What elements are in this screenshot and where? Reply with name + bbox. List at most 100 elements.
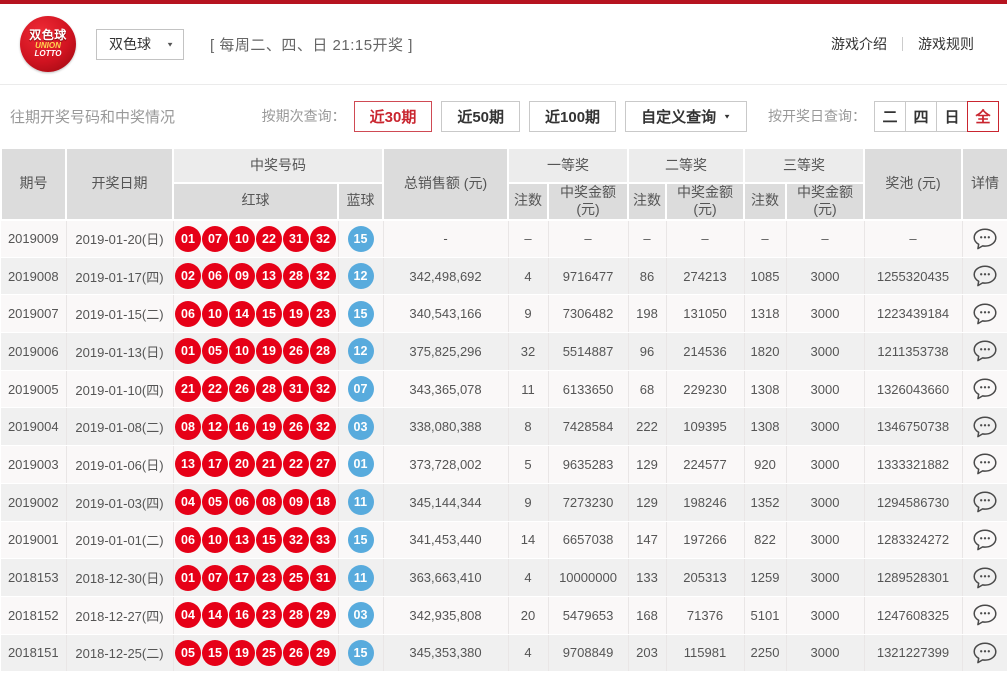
red-balls-cell: 081216192632	[173, 408, 338, 446]
period-filter-button[interactable]: 自定义查询▼	[625, 101, 747, 132]
first-prize-amount-cell: 7306482	[548, 295, 628, 333]
blue-ball-cell: 15	[338, 295, 383, 333]
red-balls: 061013153233	[174, 527, 338, 553]
blue-ball-wrap: 15	[339, 527, 383, 553]
third-prize-amount-cell: –	[786, 220, 864, 258]
blue-ball-cell: 12	[338, 257, 383, 295]
day-filter-button[interactable]: 日	[936, 101, 968, 132]
detail-cell[interactable]	[962, 333, 1007, 371]
col-header-blue-ball: 蓝球	[338, 183, 383, 220]
detail-cell[interactable]	[962, 257, 1007, 295]
nav-game-rules-link[interactable]: 游戏规则	[903, 34, 989, 54]
day-filter-button[interactable]: 全	[967, 101, 999, 132]
nav-game-intro-link[interactable]: 游戏介绍	[816, 34, 902, 54]
amount-label-line1: 中奖金额	[789, 184, 861, 202]
issue-cell: 2019002	[1, 483, 66, 521]
issue-cell: 2019006	[1, 333, 66, 371]
detail-cell[interactable]	[962, 408, 1007, 446]
third-prize-count-cell: 1259	[744, 559, 786, 597]
comment-bubble-icon[interactable]	[973, 378, 997, 400]
table-row: 20190042019-01-08(二)08121619263203338,08…	[1, 408, 1007, 446]
period-filter-button[interactable]: 近100期	[529, 101, 616, 132]
detail-cell[interactable]	[962, 220, 1007, 258]
sales-cell: -	[383, 220, 508, 258]
red-ball: 06	[202, 263, 228, 289]
third-prize-amount-cell: 3000	[786, 596, 864, 634]
red-ball: 22	[283, 451, 309, 477]
table-row: 20190062019-01-13(日)01051019262812375,82…	[1, 333, 1007, 371]
red-ball: 21	[256, 451, 282, 477]
red-ball: 02	[175, 263, 201, 289]
detail-cell[interactable]	[962, 559, 1007, 597]
pool-cell: 1255320435	[864, 257, 962, 295]
second-prize-count-cell: 86	[628, 257, 666, 295]
detail-cell[interactable]	[962, 370, 1007, 408]
detail-cell[interactable]	[962, 521, 1007, 559]
union-lotto-logo: 双色球 UNION LOTTO	[20, 16, 76, 72]
day-filter-button[interactable]: 二	[874, 101, 906, 132]
third-prize-count-cell: –	[744, 220, 786, 258]
red-balls-cell: 131720212227	[173, 446, 338, 484]
red-ball: 04	[175, 489, 201, 515]
blue-ball: 03	[348, 414, 374, 440]
game-select-dropdown[interactable]: 双色球 ▼	[96, 29, 184, 60]
detail-cell[interactable]	[962, 634, 1007, 672]
first-prize-count-cell: 14	[508, 521, 548, 559]
period-filter-button[interactable]: 近50期	[441, 101, 520, 132]
section-title: 往期开奖号码和中奖情况	[10, 106, 175, 127]
table-row: 20190052019-01-10(四)21222628313207343,36…	[1, 370, 1007, 408]
comment-bubble-icon[interactable]	[973, 340, 997, 362]
first-prize-amount-cell: 9635283	[548, 446, 628, 484]
blue-ball: 15	[348, 640, 374, 666]
detail-cell[interactable]	[962, 483, 1007, 521]
red-ball: 32	[310, 414, 336, 440]
first-prize-amount-cell: 9708849	[548, 634, 628, 672]
second-prize-count-cell: 203	[628, 634, 666, 672]
comment-bubble-icon[interactable]	[973, 265, 997, 287]
first-prize-amount-cell: 6133650	[548, 370, 628, 408]
first-prize-count-cell: 32	[508, 333, 548, 371]
blue-ball-cell: 15	[338, 521, 383, 559]
second-prize-count-cell: 147	[628, 521, 666, 559]
comment-bubble-icon[interactable]	[973, 642, 997, 664]
comment-bubble-icon[interactable]	[973, 416, 997, 438]
blue-ball: 11	[348, 565, 374, 591]
red-ball: 14	[229, 301, 255, 327]
period-filter-button[interactable]: 近30期	[354, 101, 433, 132]
red-balls-cell: 010710223132	[173, 220, 338, 258]
comment-bubble-icon[interactable]	[973, 567, 997, 589]
second-prize-amount-cell: 197266	[666, 521, 744, 559]
draw-schedule-text: [ 每周二、四、日 21:15开奖 ]	[210, 34, 413, 55]
blue-ball-wrap: 07	[339, 376, 383, 402]
issue-cell: 2019008	[1, 257, 66, 295]
comment-bubble-icon[interactable]	[973, 491, 997, 513]
red-ball: 19	[283, 301, 309, 327]
day-filter-button[interactable]: 四	[905, 101, 937, 132]
red-ball: 31	[283, 376, 309, 402]
second-prize-count-cell: 222	[628, 408, 666, 446]
detail-cell[interactable]	[962, 596, 1007, 634]
red-ball: 23	[310, 301, 336, 327]
third-prize-amount-cell: 3000	[786, 257, 864, 295]
second-prize-amount-cell: 198246	[666, 483, 744, 521]
comment-bubble-icon[interactable]	[973, 604, 997, 626]
comment-bubble-icon[interactable]	[973, 228, 997, 250]
detail-cell[interactable]	[962, 295, 1007, 333]
detail-cell[interactable]	[962, 446, 1007, 484]
red-ball: 01	[175, 565, 201, 591]
issue-cell: 2018152	[1, 596, 66, 634]
comment-bubble-icon[interactable]	[973, 529, 997, 551]
red-balls: 081216192632	[174, 414, 338, 440]
second-prize-count-cell: 133	[628, 559, 666, 597]
col-header-sales: 总销售额 (元)	[383, 148, 508, 220]
red-ball: 04	[175, 602, 201, 628]
second-prize-amount-cell: 205313	[666, 559, 744, 597]
comment-bubble-icon[interactable]	[973, 303, 997, 325]
third-prize-amount-cell: 3000	[786, 333, 864, 371]
pool-cell: 1333321882	[864, 446, 962, 484]
red-ball: 10	[229, 338, 255, 364]
second-prize-amount-cell: 115981	[666, 634, 744, 672]
col-header-third-amount: 中奖金额(元)	[786, 183, 864, 220]
game-select-value: 双色球	[109, 34, 151, 54]
comment-bubble-icon[interactable]	[973, 453, 997, 475]
